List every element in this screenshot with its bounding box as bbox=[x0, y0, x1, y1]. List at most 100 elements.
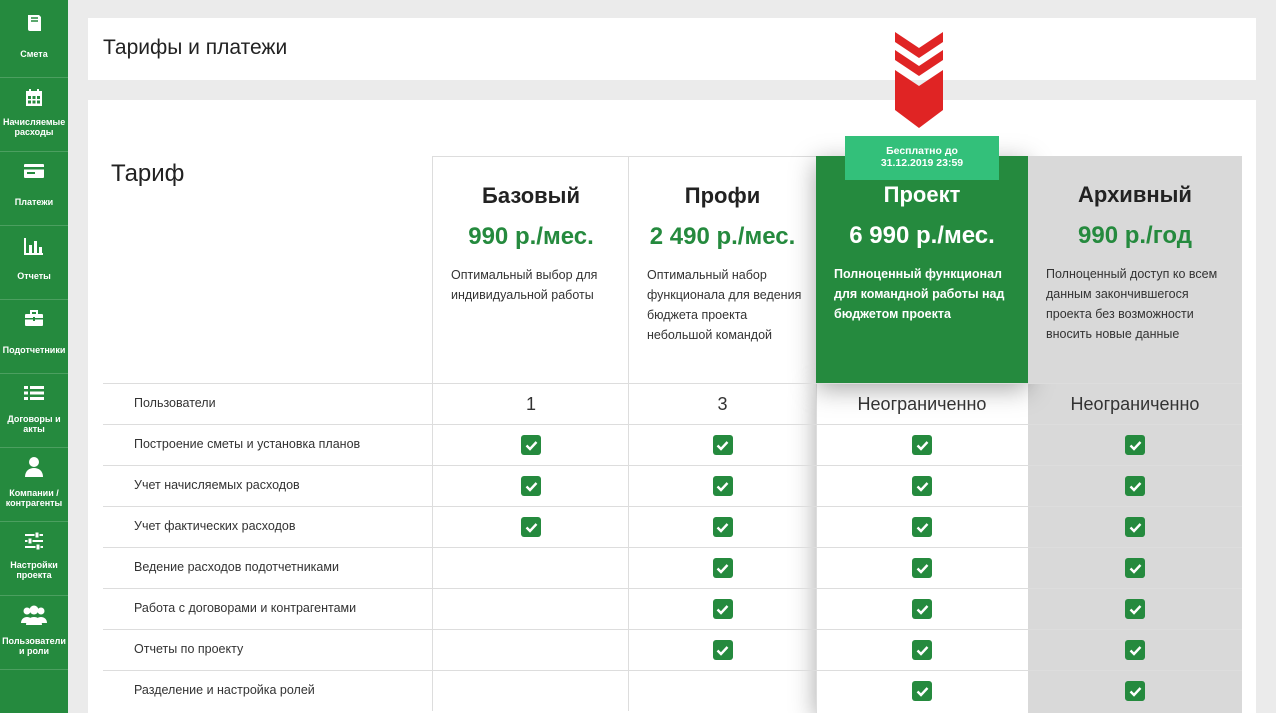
feature-cell bbox=[816, 425, 1028, 465]
feature-label: Отчеты по проекту bbox=[134, 642, 244, 656]
feature-value: Неограниченно bbox=[857, 393, 987, 414]
book-icon bbox=[0, 13, 68, 38]
check-icon bbox=[912, 599, 932, 619]
check-icon bbox=[521, 435, 541, 455]
feature-cell bbox=[1028, 630, 1242, 670]
sliders-icon bbox=[0, 531, 68, 556]
sidebar-item-label: Смета bbox=[20, 49, 48, 59]
feature-label: Учет начисляемых расходов bbox=[134, 478, 300, 492]
check-icon bbox=[1125, 599, 1145, 619]
feature-cell bbox=[432, 466, 629, 506]
check-icon bbox=[712, 435, 733, 455]
feature-value: 1 bbox=[525, 393, 536, 414]
calendar-icon bbox=[0, 88, 68, 113]
check-icon bbox=[912, 558, 932, 578]
feature-label: Пользователи bbox=[134, 396, 216, 410]
plan-description: Полноценный функционал для командной раб… bbox=[834, 267, 1005, 321]
plan-project[interactable]: Проект 6 990 р./мес. Полноценный функцио… bbox=[816, 156, 1028, 383]
feature-cell: 1 bbox=[432, 384, 629, 424]
users-icon bbox=[0, 604, 68, 631]
plan-price: 6 990 р./мес. bbox=[849, 222, 995, 249]
feature-value: 3 bbox=[717, 393, 728, 414]
feature-cell bbox=[1028, 589, 1242, 629]
feature-cell bbox=[628, 548, 816, 588]
plan-name: Архивный bbox=[1078, 182, 1192, 207]
plan-name: Проект bbox=[883, 182, 961, 207]
chevron-down-icon bbox=[893, 30, 945, 135]
user-icon bbox=[0, 456, 68, 483]
feature-cell bbox=[1028, 425, 1242, 465]
feature-cell bbox=[1028, 671, 1242, 711]
feature-row: Отчеты по проекту bbox=[103, 629, 1242, 670]
plan-pro[interactable]: Профи 2 490 р./мес. Оптимальный набор фу… bbox=[628, 156, 816, 383]
list-icon bbox=[0, 384, 68, 407]
check-icon bbox=[712, 599, 733, 619]
badge-line-1: Бесплатно до bbox=[886, 145, 958, 157]
bar-chart-icon bbox=[0, 236, 68, 261]
feature-cell bbox=[628, 671, 816, 711]
sidebar-item-reports[interactable]: Отчеты bbox=[0, 226, 68, 300]
plan-description: Полноценный доступ ко всем данным законч… bbox=[1046, 267, 1218, 341]
feature-label: Разделение и настройка ролей bbox=[134, 683, 315, 697]
feature-cell: Неограниченно bbox=[1028, 384, 1242, 424]
check-icon bbox=[712, 558, 733, 578]
check-icon bbox=[712, 476, 733, 496]
feature-cell bbox=[628, 630, 816, 670]
feature-cell bbox=[432, 507, 629, 547]
check-icon bbox=[912, 640, 932, 660]
feature-cell bbox=[816, 548, 1028, 588]
check-icon bbox=[912, 435, 932, 455]
sidebar-item-label: Настройки проекта bbox=[10, 560, 58, 580]
sidebar-item-payments[interactable]: Платежи bbox=[0, 152, 68, 226]
feature-row: Построение сметы и установка планов bbox=[103, 424, 1242, 465]
check-icon bbox=[712, 640, 733, 660]
feature-cell bbox=[628, 589, 816, 629]
feature-row: Разделение и настройка ролей bbox=[103, 670, 1242, 711]
plan-price: 990 р./год bbox=[1078, 222, 1192, 249]
sidebar-item-project-settings[interactable]: Настройки проекта bbox=[0, 522, 68, 596]
sidebar-item-accruals[interactable]: Начисляемые расходы bbox=[0, 78, 68, 152]
feature-cell bbox=[628, 425, 816, 465]
sidebar-item-companies[interactable]: Компании / контрагенты bbox=[0, 448, 68, 522]
sidebar-item-label: Договоры и акты bbox=[7, 414, 61, 434]
plan-name: Базовый bbox=[482, 183, 580, 208]
feature-cell bbox=[432, 548, 629, 588]
feature-cell bbox=[628, 466, 816, 506]
sidebar-item-label: Платежи bbox=[14, 197, 54, 207]
feature-cell bbox=[432, 630, 629, 670]
check-icon bbox=[1125, 517, 1145, 537]
plan-name: Профи bbox=[684, 183, 761, 208]
plan-archive[interactable]: Архивный 990 р./год Полноценный доступ к… bbox=[1028, 156, 1242, 383]
plan-basic[interactable]: Базовый 990 р./мес. Оптимальный выбор дл… bbox=[432, 156, 629, 383]
tariff-heading: Тариф bbox=[111, 160, 185, 187]
feature-label: Ведение расходов подотчетниками bbox=[134, 560, 339, 574]
feature-cell bbox=[628, 507, 816, 547]
check-icon bbox=[912, 476, 932, 496]
sidebar: Смета Начисляемые расходы Платежи Отчеты… bbox=[0, 0, 68, 713]
sidebar-item-label: Отчеты bbox=[17, 271, 51, 281]
sidebar-item-users-roles[interactable]: Пользователи и роли bbox=[0, 596, 68, 670]
feature-row: Ведение расходов подотчетниками bbox=[103, 547, 1242, 588]
feature-cell bbox=[816, 507, 1028, 547]
page-title: Тарифы и платежи bbox=[103, 36, 288, 59]
check-icon bbox=[521, 517, 541, 537]
check-icon bbox=[521, 476, 541, 496]
feature-cell bbox=[1028, 507, 1242, 547]
sidebar-item-label: Начисляемые расходы bbox=[3, 117, 66, 137]
plan-description: Оптимальный выбор для индивидуальной раб… bbox=[451, 268, 598, 302]
feature-cell: Неограниченно bbox=[816, 384, 1028, 424]
feature-cell bbox=[816, 671, 1028, 711]
briefcase-icon bbox=[0, 308, 68, 333]
free-until-badge: Бесплатно до 31.12.2019 23:59 bbox=[845, 136, 999, 180]
sidebar-item-accountables[interactable]: Подотчетники bbox=[0, 300, 68, 374]
feature-value: Неограниченно bbox=[1070, 393, 1200, 414]
feature-label: Построение сметы и установка планов bbox=[134, 437, 361, 451]
sidebar-item-smeta[interactable]: Смета bbox=[0, 0, 68, 78]
feature-row: Учет фактических расходов bbox=[103, 506, 1242, 547]
feature-cell bbox=[432, 589, 629, 629]
sidebar-item-contracts[interactable]: Договоры и акты bbox=[0, 374, 68, 448]
feature-row: Учет начисляемых расходов bbox=[103, 465, 1242, 506]
feature-cell bbox=[816, 589, 1028, 629]
feature-cell bbox=[816, 630, 1028, 670]
check-icon bbox=[712, 517, 733, 537]
